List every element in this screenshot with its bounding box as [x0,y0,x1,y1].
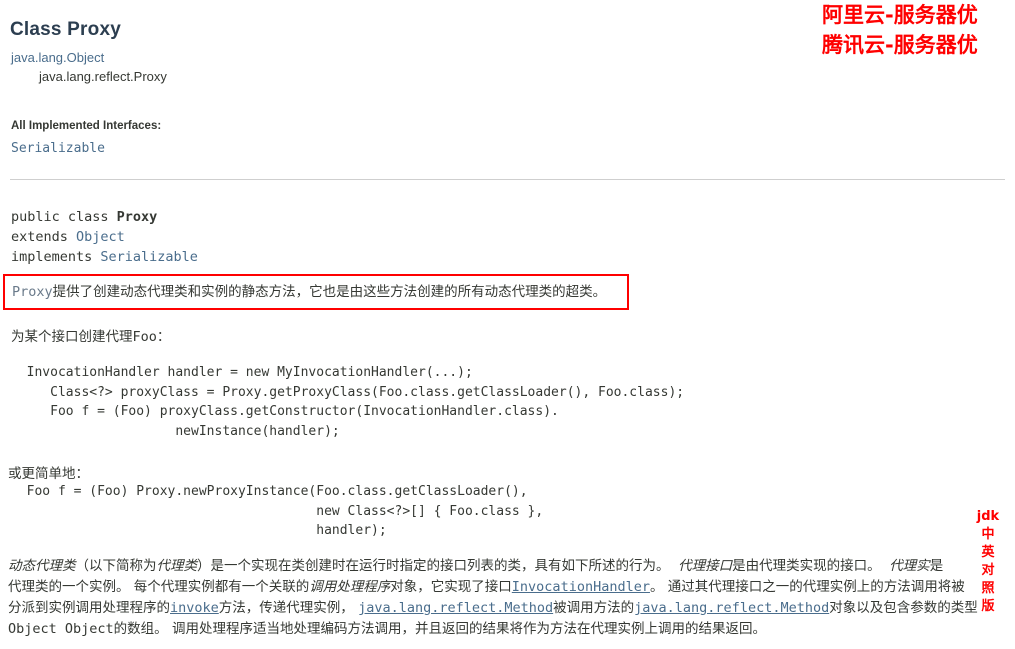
ad-watermark-top: 阿里云-服务器优 腾讯云-服务器优 [789,0,1015,60]
desc2-text-3: 。 通过其代理接口之一的代理实例上的方法调用将被 [649,579,965,595]
class-description-paragraph: 动态代理类（以下简称为代理类）是一个实现在类创建时在运行时指定的接口列表的类，具… [8,556,1015,646]
link-java-lang-object[interactable]: java.lang.Object [11,50,104,65]
link-serializable[interactable]: Serializable [11,141,105,156]
code-block-1: InvocationHandler handler = new MyInvoca… [26,365,685,439]
declaration-superclass: Object [76,229,125,245]
description-line-4: Object Object的数组。 调用处理程序适当地处理编码方法调用，并且返回… [8,619,1015,640]
inheritance-level-1: java.lang.reflect.Proxy [39,69,167,84]
implemented-interfaces-heading: All Implemented Interfaces: [11,120,162,132]
ad-watermark-line-2: 腾讯云-服务器优 [822,33,978,57]
desc1-text-2: ）是一个实现在类创建时在运行时指定的接口列表的类，具有如下所述的行为。 [197,558,670,574]
example-1-lead-colon: ： [156,329,171,345]
inheritance-level-0: java.lang.Object [11,48,167,67]
desc1-text-3: 是由代理类实现的接口。 [732,558,881,574]
summary-code-token: Proxy [12,284,53,300]
example-1-lead: 为某个接口创建代理Foo： [11,325,170,345]
code-block-2: Foo f = (Foo) Proxy.newProxyInstance(Foo… [26,484,544,538]
desc1-italic-4: 代理实 [889,558,930,574]
summary-text: 提供了创建动态代理类和实例的静态方法，它也是由这些方法创建的所有动态代理类的超类… [52,284,607,300]
desc3-text-3: 被调用方法的 [553,600,635,616]
watermark-char-1: 中 [981,527,995,542]
desc1-text-4: 是 [929,558,944,574]
desc1-italic-3: 代理接口 [678,558,733,574]
declaration-implements-kw: implements [11,249,101,265]
desc2-italic-1: 调用处理程序 [309,579,391,595]
implemented-interfaces-list: Serializable [11,141,105,156]
class-declaration: public class Proxy extends Object implem… [11,207,198,267]
desc4-text-1: 的数组。 调用处理程序适当地处理编码方法调用，并且返回的结果将作为方法在代理实例… [113,621,766,637]
link-method-class-1[interactable]: java.lang.reflect.Method [358,600,553,616]
link-invocationhandler[interactable]: InvocationHandler [512,579,650,595]
desc2-text-2: 对象，它实现了接口 [390,579,512,595]
link-invoke-method[interactable]: invoke [170,600,219,616]
desc2-text-1: 代理类的一个实例。 每个代理实例都有一个关联的 [8,579,310,595]
watermark-char-0: jdk [976,509,1000,524]
desc3-text-4: 对象以及包含参数的类型 [829,600,978,616]
declaration-interface: Serializable [100,249,198,265]
declaration-modifier: public class [11,209,117,225]
page-title: Class Proxy [10,18,121,40]
desc1-italic-1: 动态代理类 [8,558,76,574]
ad-watermark-line-1: 阿里云-服务器优 [822,3,978,27]
description-line-2: 代理类的一个实例。 每个代理实例都有一个关联的调用处理程序对象，它实现了接口In… [8,577,1015,598]
section-divider [10,179,1005,180]
class-summary-highlighted: Proxy提供了创建动态代理类和实例的静态方法，它也是由这些方法创建的所有动态代… [12,282,606,302]
desc1-italic-2: 代理类 [156,558,198,574]
desc3-text-2: 方法，传递代理实例， [218,600,354,616]
desc1-text-1: （以下简称为 [75,558,157,574]
desc4-code-token: Object Object [8,621,114,637]
inheritance-tree: java.lang.Object java.lang.reflect.Proxy [11,48,167,86]
documentation-page: 阿里云-服务器优 腾讯云-服务器优 jdk 中 英 对 照 版 Class Pr… [0,0,1015,649]
declaration-class-name: Proxy [116,209,158,225]
example-2-lead: 或更简单地： [8,466,89,482]
description-line-3: 分派到实例调用处理程序的invoke方法，传递代理实例， java.lang.r… [8,598,1015,619]
link-method-class-2[interactable]: java.lang.reflect.Method [634,600,829,616]
example-1-lead-text: 为某个接口创建代理 [11,329,133,345]
desc3-text-1: 分派到实例调用处理程序的 [8,600,170,616]
declaration-extends-kw: extends [11,229,77,245]
description-line-1: 动态代理类（以下简称为代理类）是一个实现在类创建时在运行时指定的接口列表的类，具… [8,556,1015,577]
example-1-lead-code: Foo [132,329,157,345]
